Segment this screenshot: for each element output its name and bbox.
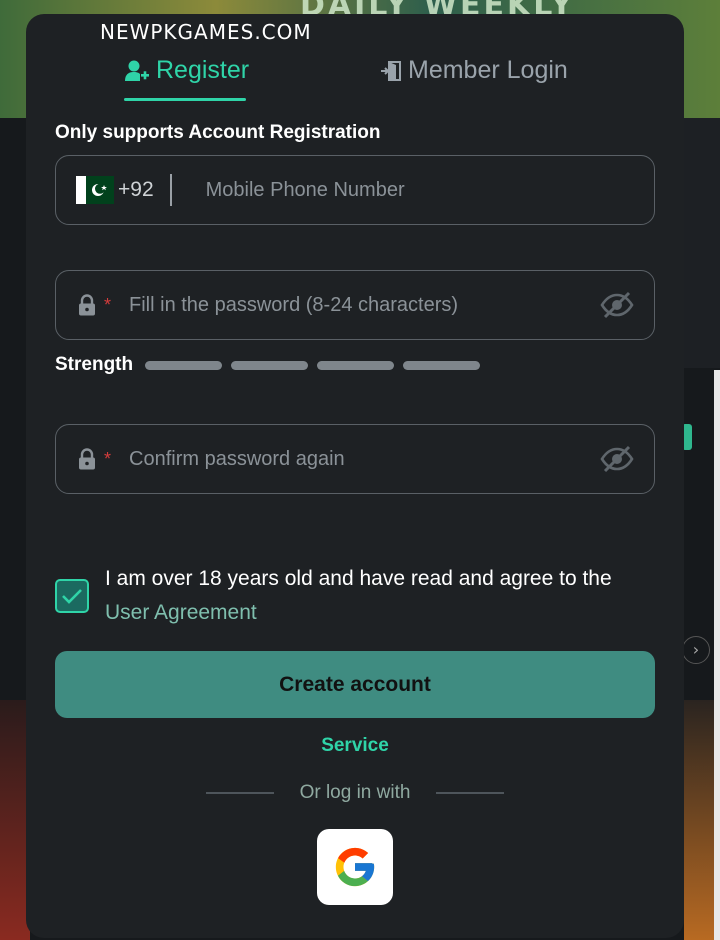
service-link[interactable]: Service [26,735,684,757]
agreement-statement: I am over 18 years old and have read and… [105,567,612,590]
add-user-icon [125,60,149,81]
tab-register[interactable]: Register [124,56,249,85]
create-account-button[interactable]: Create account [55,651,655,718]
user-agreement-link[interactable]: User Agreement [105,601,257,624]
background-side-panel [684,118,720,368]
social-login-divider: Or log in with [206,782,504,804]
strength-segment [317,360,395,370]
lock-icon [78,294,96,316]
password-strength-meter: Strength [55,354,489,376]
agreement-checkbox[interactable] [55,579,89,613]
registration-notice: Only supports Account Registration [55,122,381,143]
strength-segment [231,360,309,370]
strength-segment [145,360,223,370]
google-icon [335,847,375,887]
strength-segment [403,360,481,370]
login-door-icon [381,60,401,81]
background-game-thumb-right [684,700,714,940]
agreement-row: I am over 18 years old and have read and… [55,562,665,630]
confirm-password-input[interactable] [129,447,510,471]
field-divider [169,174,172,206]
site-watermark: NEWPKGAMES.COM [100,20,312,44]
divider-line [206,792,274,794]
active-tab-indicator [124,98,246,101]
password-input[interactable] [129,293,510,317]
tab-member-login-label: Member Login [408,56,568,84]
pakistan-flag-icon[interactable] [76,176,114,204]
divider-line [436,792,504,794]
or-login-with-text: Or log in with [299,782,411,803]
chevron-right-icon[interactable]: › [682,636,710,664]
required-marker: * [104,448,112,469]
register-modal: Register Member Login Only supports Acco… [26,14,684,938]
agreement-text: I am over 18 years old and have read and… [105,562,612,630]
eye-slash-icon[interactable] [600,290,634,325]
eye-slash-icon[interactable] [600,444,634,479]
phone-input[interactable] [205,178,586,202]
password-field: * [55,270,655,340]
confirm-password-field: * [55,424,655,494]
checkmark-icon [62,589,82,604]
phone-field: +92 [55,155,655,225]
tab-member-login[interactable]: Member Login [380,56,568,85]
google-login-button[interactable] [317,829,393,905]
strength-label: Strength [55,354,134,375]
lock-icon [78,448,96,470]
tab-register-label: Register [156,56,250,84]
required-marker: * [104,294,112,315]
country-code[interactable]: +92 [118,178,154,202]
background-scroll-edge [714,370,720,940]
